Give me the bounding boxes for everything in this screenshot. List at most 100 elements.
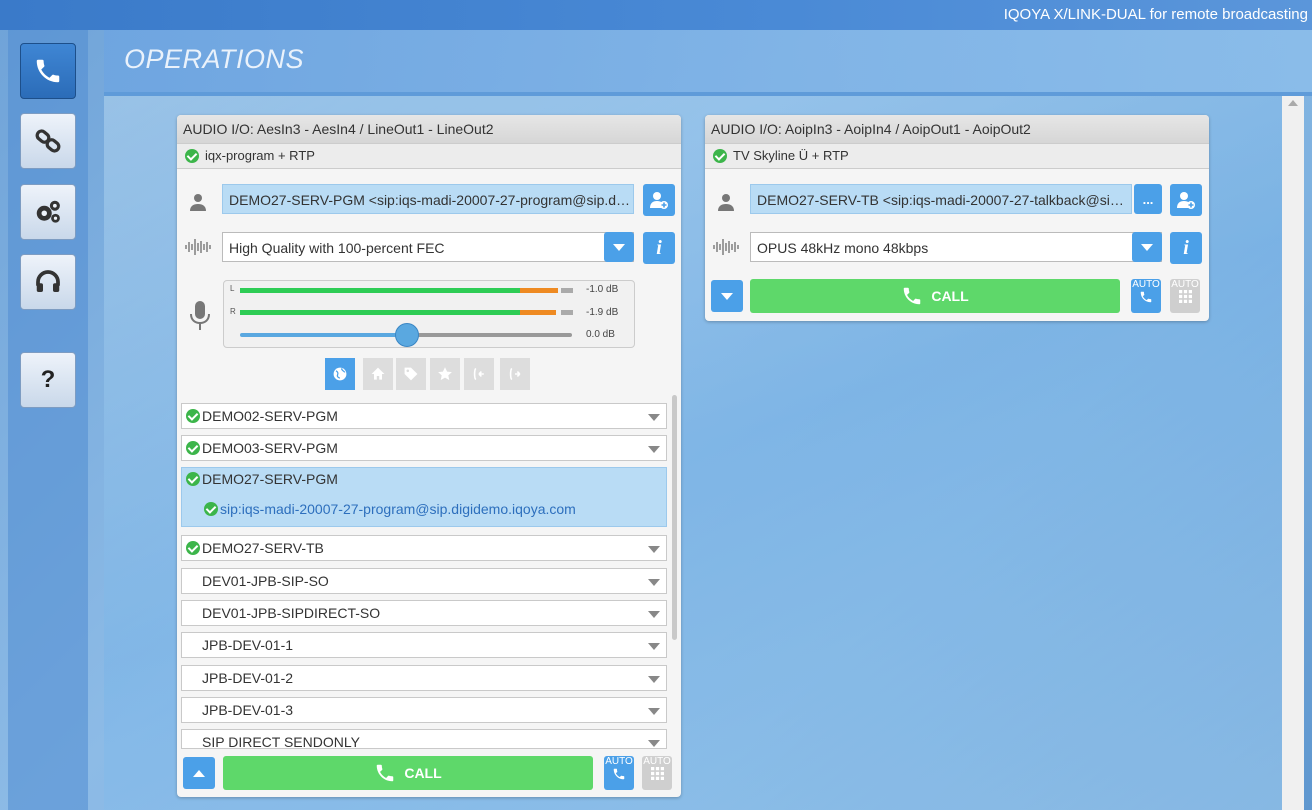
- meter-left-label: L: [230, 284, 235, 293]
- panel-1-status-text: iqx-program + RTP: [205, 148, 315, 163]
- expand-caret-icon[interactable]: [648, 740, 660, 747]
- panel-1-auto-answer-button[interactable]: AUTO: [604, 756, 634, 790]
- contact-list-item[interactable]: DEV01-JPB-SIPDIRECT-SO: [181, 600, 667, 626]
- panel-1-contact-field[interactable]: DEMO27-SERV-PGM <sip:iqs-madi-20007-27-p…: [222, 184, 634, 214]
- nav-links-button[interactable]: [20, 113, 76, 169]
- contact-list-item[interactable]: JPB-DEV-01-2: [181, 665, 667, 691]
- phone-icon: [904, 287, 921, 305]
- contact-label: DEV01-JPB-SIP-SO: [202, 573, 329, 589]
- panel-2-contact-field[interactable]: DEMO27-SERV-TB <sip:iqs-madi-20007-27-ta…: [750, 184, 1132, 214]
- contact-list-item[interactable]: DEMO27-SERV-TB: [181, 535, 667, 561]
- online-status-icon: [204, 502, 218, 516]
- panel-2-info-button[interactable]: i: [1170, 232, 1202, 264]
- add-user-icon: [650, 192, 668, 209]
- ellipsis-icon: ...: [1142, 191, 1154, 207]
- contact-list-item[interactable]: DEV01-JPB-SIP-SO: [181, 568, 667, 594]
- meter-right-value: -1.9 dB: [586, 307, 619, 318]
- check-circle-icon: [185, 149, 199, 163]
- incoming-call-icon: [473, 367, 484, 381]
- panel-2-profile-select[interactable]: OPUS 48kHz mono 48kbps: [750, 232, 1162, 262]
- gain-value: 0.0 dB: [586, 329, 615, 340]
- add-user-icon: [1177, 192, 1195, 209]
- keypad-icon: [1178, 290, 1192, 303]
- panel-2-more-button[interactable]: ...: [1134, 184, 1162, 214]
- panel-2-auto-keypad-button[interactable]: AUTO: [1170, 279, 1200, 313]
- home-icon: [371, 367, 385, 380]
- expand-caret-icon[interactable]: [648, 611, 660, 618]
- scroll-up-arrow-icon[interactable]: [1288, 100, 1298, 106]
- panel-2-profile-dropdown-button[interactable]: [1132, 232, 1162, 262]
- contact-list-item[interactable]: JPB-DEV-01-3: [181, 697, 667, 723]
- page-scrollbar[interactable]: [1282, 96, 1304, 810]
- nav-help-button[interactable]: ?: [20, 352, 76, 408]
- expand-caret-icon[interactable]: [648, 546, 660, 553]
- chevron-down-icon: [1141, 243, 1153, 251]
- contact-label: DEMO02-SERV-PGM: [202, 408, 338, 424]
- panel-2-status-text: TV Skyline Ü + RTP: [733, 148, 849, 163]
- waveform-icon: [713, 239, 739, 255]
- online-status-icon: [186, 472, 200, 486]
- expand-caret-icon[interactable]: [648, 414, 660, 421]
- gain-slider-fill: [240, 333, 406, 337]
- info-icon: i: [656, 236, 662, 259]
- contact-label: JPB-DEV-01-3: [202, 702, 294, 718]
- filter-all-button[interactable]: [325, 358, 355, 390]
- page-title: OPERATIONS: [124, 44, 305, 74]
- panel-1-auto-keypad-button[interactable]: AUTO: [642, 756, 672, 790]
- contact-list-scrollbar[interactable]: [672, 395, 677, 640]
- panel-2-expand-button[interactable]: [711, 280, 743, 312]
- contact-list-item[interactable]: DEMO02-SERV-PGM: [181, 403, 667, 429]
- expand-caret-icon[interactable]: [648, 579, 660, 586]
- expand-caret-icon[interactable]: [648, 446, 660, 453]
- online-status-icon: [186, 409, 200, 423]
- meter-right-green: [240, 310, 520, 315]
- contact-list-item[interactable]: SIP DIRECT SENDONLY: [181, 729, 667, 749]
- expand-caret-icon[interactable]: [648, 708, 660, 715]
- nav-monitoring-button[interactable]: [20, 254, 76, 310]
- page-header: OPERATIONS: [104, 30, 1312, 96]
- contact-list-item[interactable]: DEMO03-SERV-PGM: [181, 435, 667, 461]
- contact-list-item-selected[interactable]: DEMO27-SERV-PGM sip:iqs-madi-20007-27-pr…: [181, 467, 667, 527]
- nav-settings-button[interactable]: [20, 184, 76, 240]
- panel-1-profile-select[interactable]: High Quality with 100-percent FEC: [222, 232, 634, 262]
- contact-label: DEMO03-SERV-PGM: [202, 440, 338, 456]
- panel-1-status: iqx-program + RTP: [177, 143, 681, 169]
- meter-right-label: R: [230, 307, 236, 316]
- filter-outgoing-button[interactable]: [500, 358, 530, 390]
- filter-favorites-button[interactable]: [430, 358, 460, 390]
- outgoing-call-icon: [509, 367, 521, 381]
- app-title-bar: IQOYA X/LINK-DUAL for remote broadcastin…: [0, 0, 1312, 30]
- contact-label: JPB-DEV-01-1: [202, 637, 294, 653]
- panel-1-call-button[interactable]: CALL: [223, 756, 593, 790]
- panel-2-call-button[interactable]: CALL: [750, 279, 1120, 313]
- contact-uri: sip:iqs-madi-20007-27-program@sip.digide…: [220, 501, 576, 517]
- contact-label: DEMO27-SERV-PGM: [202, 471, 338, 487]
- gain-slider-track[interactable]: [406, 333, 572, 337]
- panel-1-profile-dropdown-button[interactable]: [604, 232, 634, 262]
- panel-2-add-contact-button[interactable]: [1170, 184, 1202, 216]
- tag-icon: [404, 367, 418, 381]
- nav-operations-button[interactable]: [20, 43, 76, 99]
- online-status-icon: [186, 441, 200, 455]
- expand-caret-icon[interactable]: [648, 676, 660, 683]
- filter-incoming-button[interactable]: [464, 358, 494, 390]
- meter-right-peak: [561, 310, 573, 315]
- contact-list-item[interactable]: JPB-DEV-01-1: [181, 632, 667, 658]
- expand-caret-icon[interactable]: [648, 643, 660, 650]
- panel-2-auto-answer-button[interactable]: AUTO: [1131, 279, 1161, 313]
- selected-contact-uri-row[interactable]: sip:iqs-madi-20007-27-program@sip.digide…: [204, 501, 654, 517]
- chevron-up-icon: [193, 769, 205, 777]
- panel-1-add-contact-button[interactable]: [643, 184, 675, 216]
- panel-1-collapse-button[interactable]: [183, 757, 215, 789]
- keypad-icon: [650, 767, 664, 780]
- contact-label: DEMO27-SERV-TB: [202, 540, 324, 556]
- link-icon: [35, 129, 61, 153]
- filter-home-button[interactable]: [363, 358, 393, 390]
- filter-tag-button[interactable]: [396, 358, 426, 390]
- headphones-icon: [36, 270, 60, 292]
- panel-1-info-button[interactable]: i: [643, 232, 675, 264]
- gain-slider-knob[interactable]: [395, 323, 419, 347]
- panel-2-title: AUDIO I/O: AoipIn3 - AoipIn4 / AoipOut1 …: [705, 115, 1209, 143]
- panel-1-audio-meters: L -1.0 dB R -1.9 dB 0.0 dB: [223, 280, 635, 348]
- waveform-icon: [185, 239, 211, 255]
